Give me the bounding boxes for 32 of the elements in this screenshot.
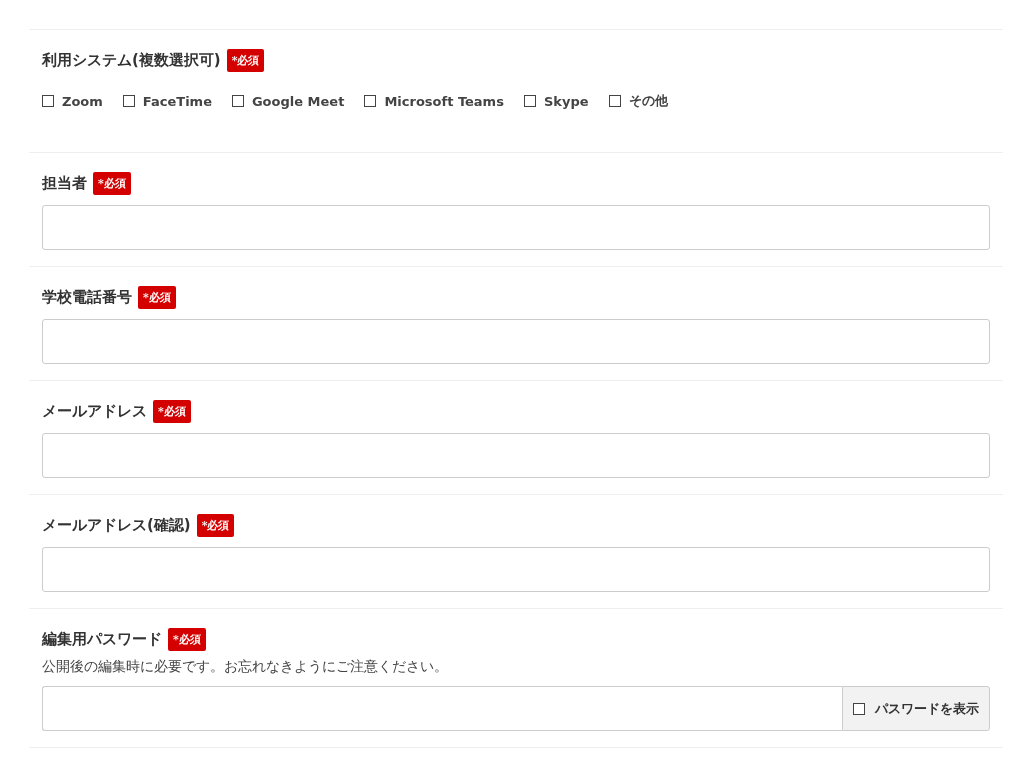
checkbox[interactable] bbox=[122, 95, 135, 107]
checkbox[interactable] bbox=[231, 95, 244, 107]
text-input[interactable] bbox=[42, 319, 990, 364]
checkbox-option[interactable]: Skype bbox=[523, 92, 589, 110]
text-input[interactable] bbox=[42, 205, 990, 250]
checkbox[interactable] bbox=[523, 95, 536, 107]
text-input[interactable] bbox=[42, 547, 990, 592]
checkbox-option[interactable]: その他 bbox=[608, 92, 668, 110]
required-badge: *必須 bbox=[138, 285, 176, 309]
checkbox[interactable] bbox=[364, 95, 377, 107]
required-badge: *必須 bbox=[196, 513, 235, 537]
checkbox-option[interactable]: Zoom bbox=[42, 92, 103, 110]
field-label: 編集用パスワード bbox=[42, 629, 162, 649]
required-badge: *必須 bbox=[153, 399, 191, 423]
hint-text: 公開後の編集時に必要です。お忘れなきようにご注意ください。 bbox=[42, 658, 449, 676]
field-label: 学校電話番号 bbox=[42, 287, 132, 307]
password-input[interactable] bbox=[42, 686, 842, 731]
required-badge: *必須 bbox=[226, 48, 265, 72]
checkbox-option[interactable]: Google Meet bbox=[231, 92, 345, 110]
checkbox[interactable] bbox=[853, 702, 865, 715]
show-password-toggle[interactable]: パスワードを表示 bbox=[842, 686, 990, 731]
checkbox[interactable] bbox=[608, 95, 621, 107]
checkbox-option[interactable]: FaceTime bbox=[122, 92, 212, 110]
checkbox[interactable] bbox=[42, 95, 54, 107]
field-label: メールアドレス bbox=[42, 401, 147, 421]
field-label: 担当者 bbox=[42, 173, 87, 193]
field-label: メールアドレス(確認) bbox=[42, 515, 191, 535]
required-badge: *必須 bbox=[168, 627, 206, 651]
text-input[interactable] bbox=[42, 433, 990, 478]
checkbox-option[interactable]: Microsoft Teams bbox=[364, 92, 504, 110]
field-label: 利用システム(複数選択可) bbox=[42, 50, 221, 70]
required-badge: *必須 bbox=[93, 171, 131, 195]
